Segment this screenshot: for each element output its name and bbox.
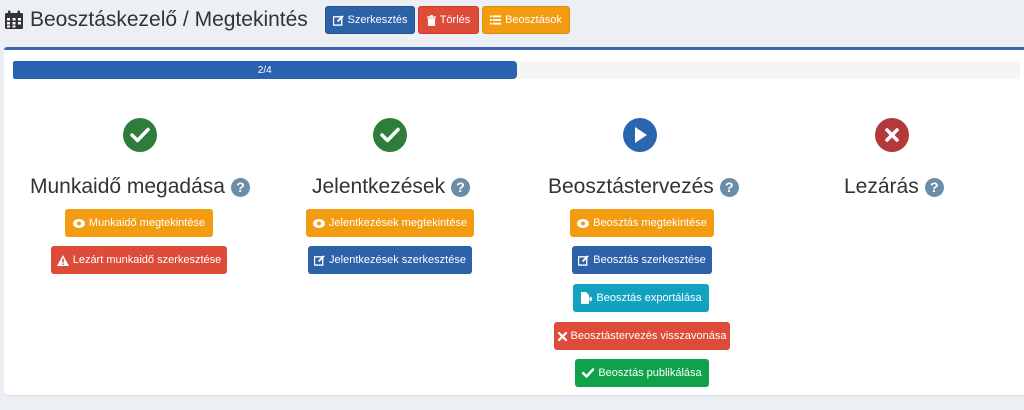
revoke-schedule-planning-button[interactable]: Beosztástervezés visszavonása [554, 322, 730, 350]
calendar-icon [5, 10, 23, 29]
play-circle-icon [623, 118, 657, 152]
help-icon[interactable]: ? [924, 177, 944, 197]
check-circle-icon [123, 118, 157, 152]
progress-bar: 2/4 [13, 61, 1020, 79]
step-title-text: Munkaidő megadása [30, 175, 225, 198]
edit-button-label: Szerkesztés [347, 14, 408, 26]
help-icon[interactable]: ? [230, 177, 250, 197]
step-title-text: Jelentkezések [312, 175, 446, 198]
delete-button[interactable]: Törlés [418, 6, 479, 34]
eye-icon [72, 218, 85, 228]
trash-icon [426, 14, 436, 26]
edit-closed-work-hours-button[interactable]: Lezárt munkaidő szerkesztése [51, 246, 227, 274]
view-applications-button[interactable]: Jelentkezések megtekintése [306, 209, 474, 237]
schedules-button[interactable]: Beosztások [482, 6, 570, 34]
button-label: Beosztástervezés visszavonása [570, 330, 727, 342]
edit-schedule-button[interactable]: Beosztás szerkesztése [572, 246, 712, 274]
edit-icon [332, 14, 344, 26]
progress-label: 2/4 [257, 64, 272, 76]
step-title-text: Lezárás [844, 175, 919, 198]
check-circle-icon [373, 118, 407, 152]
page-header: Beosztáskezelő / Megtekintés Szerkesztés… [0, 0, 1024, 46]
step-title: Lezárás ? [844, 174, 944, 200]
button-label: Beosztás megtekintése [593, 217, 707, 229]
button-label: Jelentkezések megtekintése [328, 217, 468, 229]
file-export-icon [581, 292, 593, 304]
edit-icon [578, 254, 589, 266]
page-title: Beosztáskezelő / Megtekintés [4, 6, 308, 34]
edit-applications-button[interactable]: Jelentkezések szerkesztése [308, 246, 472, 274]
progress-fill: 2/4 [13, 61, 517, 79]
button-label: Lezárt munkaidő szerkesztése [72, 254, 222, 266]
times-icon [557, 331, 567, 341]
eye-icon [312, 218, 325, 228]
button-label: Munkaidő megtekintése [88, 217, 206, 229]
button-label: Beosztás szerkesztése [593, 254, 706, 266]
button-label: Jelentkezések szerkesztése [329, 254, 466, 266]
view-work-hours-button[interactable]: Munkaidő megtekintése [65, 209, 213, 237]
export-schedule-button[interactable]: Beosztás exportálása [573, 284, 709, 312]
schedules-button-label: Beosztások [505, 14, 562, 26]
button-label: Beosztás exportálása [596, 292, 702, 304]
step-title: Beosztástervezés ? [548, 174, 739, 200]
edit-button[interactable]: Szerkesztés [325, 6, 415, 34]
eye-icon [577, 218, 590, 228]
list-icon [490, 15, 502, 25]
help-icon[interactable]: ? [719, 177, 739, 197]
times-circle-icon [875, 118, 909, 152]
step-title: Jelentkezések ? [312, 174, 471, 200]
button-label: Beosztás publikálása [598, 367, 702, 379]
page-title-text: Beosztáskezelő / Megtekintés [30, 8, 308, 31]
publish-schedule-button[interactable]: Beosztás publikálása [575, 359, 709, 387]
step-title-text: Beosztástervezés [548, 175, 714, 198]
view-schedule-button[interactable]: Beosztás megtekintése [570, 209, 714, 237]
warning-icon [56, 254, 69, 266]
step-title: Munkaidő megadása ? [30, 174, 250, 200]
check-icon [582, 368, 595, 378]
delete-button-label: Törlés [439, 14, 471, 26]
edit-icon [314, 254, 325, 266]
help-icon[interactable]: ? [451, 177, 471, 197]
wizard-box: 2/4 Munkaidő megadása ? Munkaidő megteki… [4, 47, 1024, 395]
